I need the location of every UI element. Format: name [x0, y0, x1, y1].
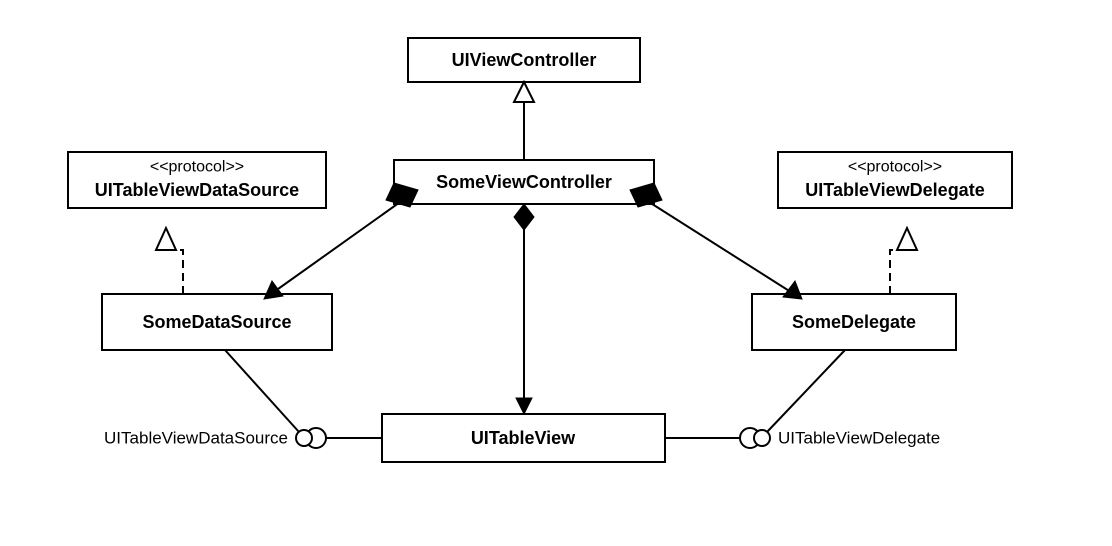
edge-required-utv-sds-d [225, 350, 299, 432]
arrowhead-generalization [514, 82, 534, 102]
diamond-svc-utv [514, 204, 534, 230]
protocol-delegate-label: UITableViewDelegate [805, 180, 984, 200]
arrowhead-svc-sds [264, 281, 283, 299]
class-uitableview-label: UITableView [471, 428, 576, 448]
arrowhead-realization-right [897, 228, 917, 250]
port-label-delegate: UITableViewDelegate [778, 429, 940, 448]
edge-realization-sd-proto [890, 250, 897, 294]
class-somedelegate-label: SomeDelegate [792, 312, 916, 332]
class-someviewcontroller-label: SomeViewController [436, 172, 612, 192]
arrowhead-realization-left [156, 228, 176, 250]
uml-diagram: UIViewController SomeViewController <<pr… [0, 0, 1112, 546]
class-somedatasource-label: SomeDataSource [142, 312, 291, 332]
edge-realization-sds-proto [176, 250, 183, 294]
arrowhead-svc-utv [516, 398, 532, 414]
protocol-delegate-stereotype: <<protocol>> [848, 159, 942, 176]
edge-composition-svc-sd [638, 195, 794, 294]
class-uiviewcontroller-label: UIViewController [452, 50, 597, 70]
edge-required-utv-sd-d [767, 350, 845, 432]
protocol-datasource-label: UITableViewDataSource [95, 180, 299, 200]
protocol-datasource-stereotype: <<protocol>> [150, 159, 244, 176]
port-label-datasource: UITableViewDataSource [104, 429, 288, 448]
edge-composition-svc-sds [271, 195, 410, 294]
